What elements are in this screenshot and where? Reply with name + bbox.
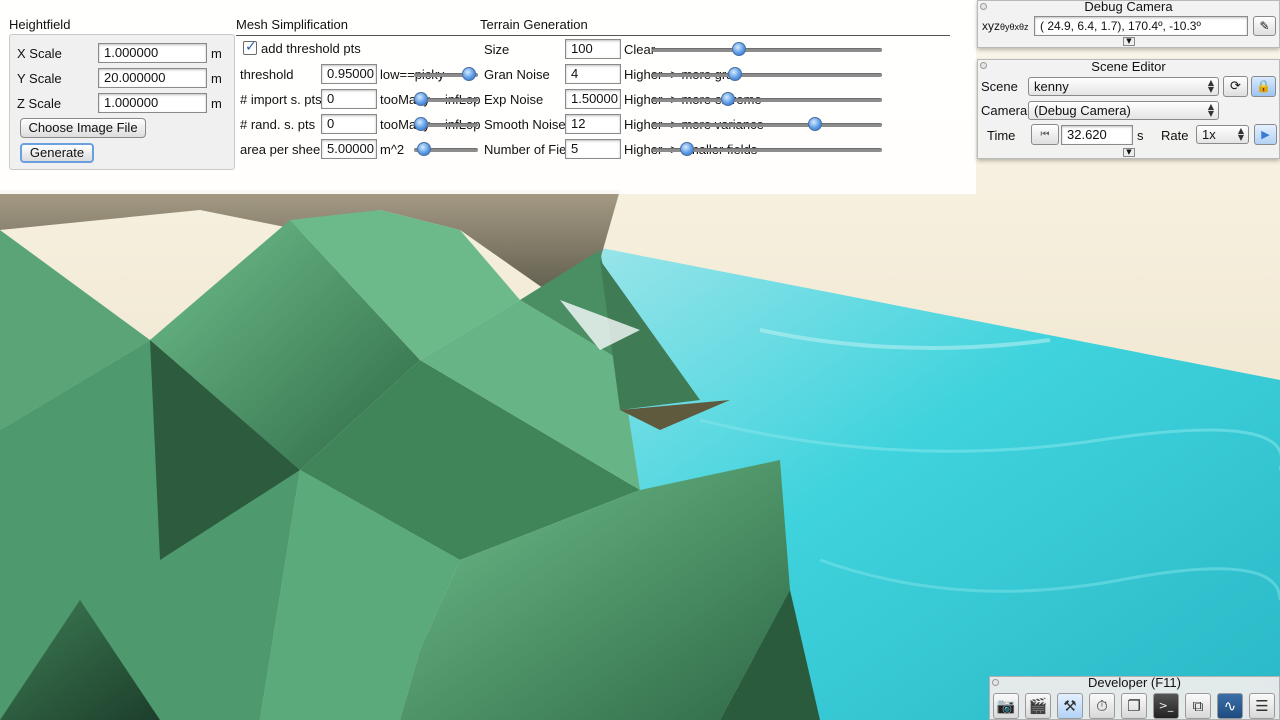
updown-icon: ▲ ▼: [1207, 78, 1214, 94]
y-scale-unit: m: [211, 71, 222, 86]
exp-noise-slider-knob[interactable]: [721, 92, 736, 106]
gran-noise-slider-track[interactable]: [652, 73, 882, 77]
threshold-slider-knob[interactable]: [461, 67, 476, 81]
x-scale-label: X Scale: [17, 46, 62, 61]
debug-camera-expand-icon[interactable]: ▼: [1123, 37, 1135, 46]
updown-icon: ▲ ▼: [1207, 102, 1214, 118]
area-sheep-hint: m^2: [380, 142, 405, 157]
size-slider-track[interactable]: [652, 48, 882, 52]
exp-noise-slider-track[interactable]: [652, 98, 882, 102]
debug-camera-window: Debug Camera xyzθyθxθz ( 24.9, 6.4, 1.7)…: [977, 0, 1280, 48]
developer-toolbar: Developer (F11) 📷 🎬 ⚒ ⏱ ❐ >_ ⧉ ∿ ☰: [989, 676, 1280, 720]
lock-icon[interactable]: 🔒: [1251, 76, 1276, 97]
z-scale-unit: m: [211, 96, 222, 111]
rate-dropdown[interactable]: 1x ▲ ▼: [1196, 125, 1249, 144]
coord-angles: θyθxθz: [1000, 22, 1029, 32]
size-hint: Clear: [624, 42, 656, 57]
reload-scene-icon[interactable]: ⟳: [1223, 76, 1248, 97]
smooth-noise-slider-track[interactable]: [652, 123, 882, 127]
exp-noise-input[interactable]: 1.50000: [565, 89, 621, 109]
size-input[interactable]: 100: [565, 39, 621, 59]
scene-dropdown[interactable]: kenny ▲ ▼: [1028, 77, 1219, 96]
smooth-noise-slider-knob[interactable]: [807, 117, 822, 131]
note-icon[interactable]: ❐: [1121, 693, 1147, 719]
rate-label: Rate: [1161, 128, 1189, 143]
threshold-label: threshold: [240, 67, 294, 82]
scene-editor-window: Scene Editor Scene kenny ▲ ▼ ⟳ 🔒 Camera (…: [977, 59, 1280, 159]
developer-title: Developer (F11): [1088, 675, 1181, 690]
size-label: Size: [484, 42, 510, 57]
rand-pts-input[interactable]: 0: [321, 114, 377, 134]
play-icon[interactable]: ▶: [1254, 124, 1277, 145]
scene-editor-expand-icon[interactable]: ▼: [1123, 148, 1135, 157]
edit-coords-icon[interactable]: ✎: [1253, 16, 1276, 36]
time-unit: s: [1137, 128, 1144, 143]
scene-value: kenny: [1034, 79, 1069, 94]
add-threshold-label: add threshold pts: [261, 41, 361, 56]
x-scale-unit: m: [211, 46, 222, 61]
time-input[interactable]: 32.620: [1061, 125, 1133, 145]
camera-label: Camera: [981, 103, 1028, 118]
coord-label: xyzθyθxθz: [982, 19, 1029, 33]
threshold-input[interactable]: 0.95000: [321, 64, 377, 84]
area-sheep-slider-knob[interactable]: [416, 142, 431, 156]
camera-dropdown[interactable]: (Debug Camera) ▲ ▼: [1028, 101, 1219, 120]
rewind-icon[interactable]: ⏮: [1031, 124, 1059, 145]
coord-xyz: xyz: [982, 19, 1000, 33]
choose-image-button[interactable]: Choose Image File: [20, 118, 146, 138]
smooth-noise-input[interactable]: 12: [565, 114, 621, 134]
import-pts-label: # import s. pts: [240, 92, 322, 107]
settings-panel: Heightfield X Scale 1.000000 m Y Scale 2…: [0, 0, 976, 194]
document-icon[interactable]: ☰: [1249, 693, 1275, 719]
tools-icon[interactable]: ⚒: [1057, 693, 1083, 719]
size-slider-knob[interactable]: [731, 42, 746, 56]
scene-label: Scene: [981, 79, 1018, 94]
rand-pts-slider-knob[interactable]: [414, 117, 428, 131]
camera-icon[interactable]: 📷: [993, 693, 1019, 719]
import-pts-slider-knob[interactable]: [414, 92, 428, 106]
import-pts-input[interactable]: 0: [321, 89, 377, 109]
stopwatch-icon[interactable]: ⏱: [1089, 693, 1115, 719]
y-scale-label: Y Scale: [17, 71, 62, 86]
gran-noise-label: Gran Noise: [484, 67, 550, 82]
add-threshold-checkbox[interactable]: [243, 39, 257, 55]
camera-coords-input[interactable]: ( 24.9, 6.4, 1.7), 170.4º, -10.3º: [1034, 16, 1248, 36]
y-scale-input[interactable]: 20.000000: [98, 68, 207, 88]
smooth-noise-label: Smooth Noise: [484, 117, 566, 132]
heightfield-title: Heightfield: [9, 17, 71, 32]
area-sheep-label: area per sheep: [240, 142, 328, 157]
mesh-title: Mesh Simplification: [236, 17, 348, 32]
x-scale-input[interactable]: 1.000000: [98, 43, 207, 63]
generate-button[interactable]: Generate: [20, 143, 94, 163]
camera-value: (Debug Camera): [1034, 103, 1131, 118]
rand-pts-label: # rand. s. pts: [240, 117, 316, 132]
z-scale-label: Z Scale: [17, 96, 62, 111]
terminal-icon[interactable]: >_: [1153, 693, 1179, 719]
updown-icon: ▲ ▼: [1237, 126, 1244, 142]
exp-noise-label: Exp Noise: [484, 92, 544, 107]
fields-input[interactable]: 5: [565, 139, 621, 159]
gran-noise-input[interactable]: 4: [565, 64, 621, 84]
clapperboard-icon[interactable]: 🎬: [1025, 693, 1051, 719]
waveform-icon[interactable]: ∿: [1217, 693, 1243, 719]
section-divider: [236, 35, 950, 36]
windows-icon[interactable]: ⧉: [1185, 693, 1211, 719]
rate-value: 1x: [1202, 127, 1216, 142]
debug-camera-title: Debug Camera: [1084, 0, 1173, 14]
z-scale-input[interactable]: 1.000000: [98, 93, 207, 113]
terrain-title: Terrain Generation: [480, 17, 588, 32]
area-sheep-input[interactable]: 5.00000: [321, 139, 377, 159]
scene-editor-title: Scene Editor: [1091, 59, 1166, 74]
time-label: Time: [987, 128, 1016, 143]
fields-slider-knob[interactable]: [680, 142, 695, 156]
gran-noise-slider-knob[interactable]: [727, 67, 742, 81]
